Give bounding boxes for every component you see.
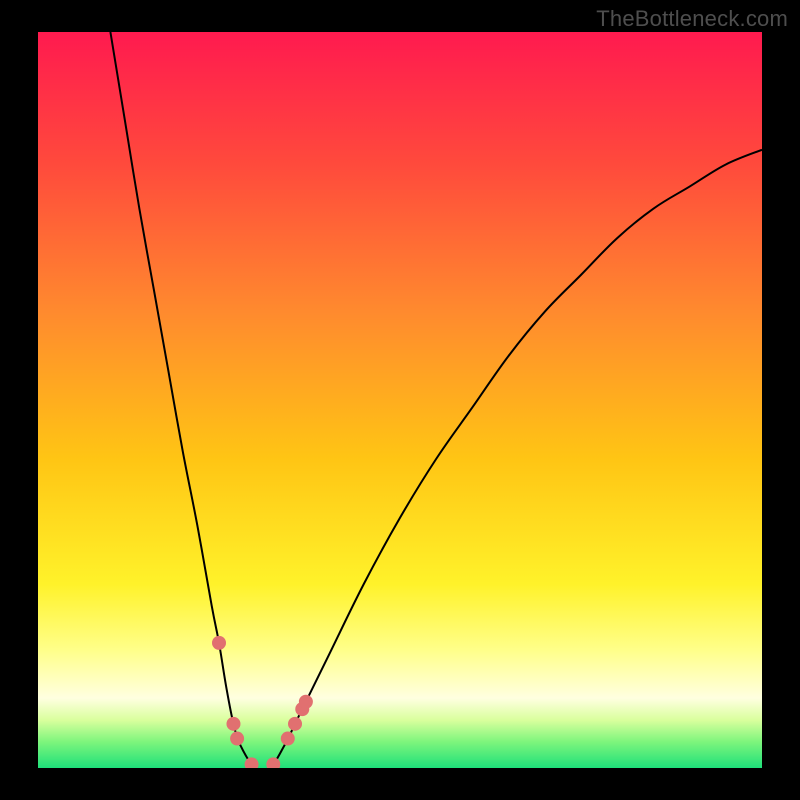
curve-marker-0 — [212, 636, 226, 650]
watermark-label: TheBottleneck.com — [596, 6, 788, 32]
curve-marker-5 — [281, 732, 295, 746]
gradient-background — [38, 32, 762, 768]
plot-area — [38, 32, 762, 768]
curve-marker-8 — [299, 695, 313, 709]
curve-marker-6 — [288, 717, 302, 731]
chart-frame: TheBottleneck.com — [0, 0, 800, 800]
curve-marker-1 — [226, 717, 240, 731]
curve-marker-2 — [230, 732, 244, 746]
bottleneck-chart-svg — [38, 32, 762, 768]
